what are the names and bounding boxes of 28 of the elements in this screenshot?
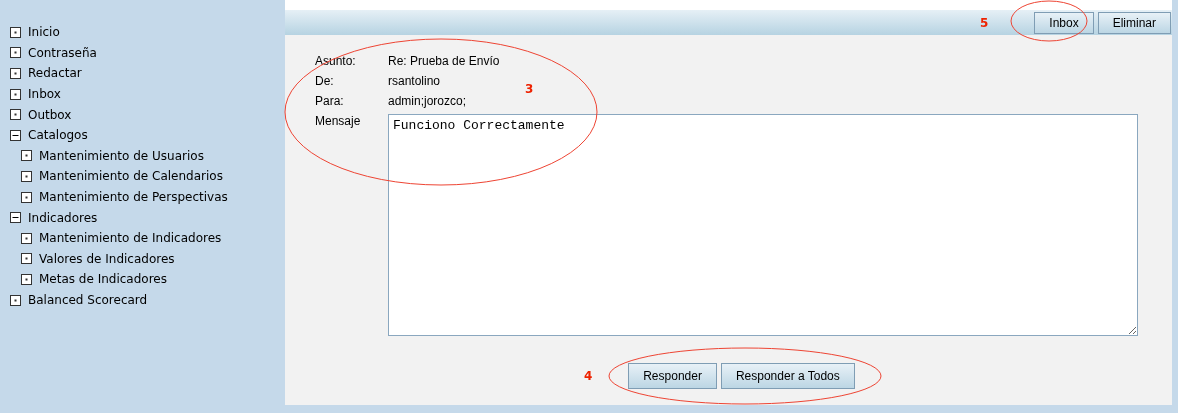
field-label: Para: [315, 94, 345, 108]
sidebar-item[interactable]: Catalogos [28, 126, 88, 145]
annotation-number: 5 [980, 15, 989, 32]
sidebar-item[interactable]: Inicio [28, 23, 60, 42]
sidebar-item[interactable]: Valores de Indicadores [39, 249, 175, 268]
sidebar-item[interactable]: Outbox [28, 105, 72, 124]
sidebar-item[interactable]: Mantenimiento de Perspectivas [39, 188, 228, 207]
sidebar-item[interactable]: Mantenimiento de Usuarios [39, 146, 204, 165]
sidebar-item[interactable]: Balanced Scorecard [28, 291, 148, 309]
sidebar-item[interactable]: Indicadores [28, 208, 98, 227]
field-value: admin;jorozco; [388, 94, 467, 108]
annotation-number: 4 [584, 368, 593, 385]
field-label: Mensaje [315, 114, 362, 130]
inbox-button[interactable]: Inbox [1034, 11, 1094, 34]
sidebar-item[interactable]: Contraseña [28, 43, 97, 62]
sidebar-item[interactable]: Inbox [28, 85, 61, 104]
field-value: rsantolino [388, 74, 441, 88]
annotation-number: 3 [525, 81, 534, 98]
reply-button[interactable]: Responder [628, 363, 717, 389]
reply-all-button[interactable]: Responder a Todos [720, 363, 855, 389]
message-textarea[interactable]: Funciono Correctamente [388, 114, 1138, 336]
sidebar-item[interactable]: Redactar [28, 64, 82, 83]
sidebar-item[interactable]: Mantenimiento de Indicadores [39, 229, 222, 248]
field-value: Re: Prueba de Envío [388, 54, 500, 68]
sidebar-item[interactable]: Metas de Indicadores [39, 270, 167, 289]
sidebar-item[interactable]: Mantenimiento de Calendarios [39, 167, 223, 186]
delete-button[interactable]: Eliminar [1097, 11, 1171, 34]
field-label: De: [315, 74, 335, 88]
